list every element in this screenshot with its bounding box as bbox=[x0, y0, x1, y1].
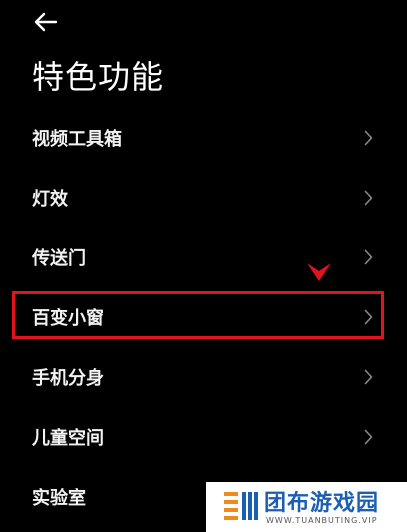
chevron-right-icon bbox=[364, 429, 373, 445]
menu-item-label: 实验室 bbox=[32, 487, 86, 509]
watermark-name: 团布游戏园 bbox=[264, 491, 380, 516]
menu-item-label: 手机分身 bbox=[32, 368, 104, 390]
chevron-right-icon bbox=[364, 130, 373, 146]
menu-item-floating-window[interactable]: 百变小窗 bbox=[0, 287, 407, 347]
menu-item-dual-apps[interactable]: 手机分身 bbox=[0, 347, 407, 407]
chevron-right-icon bbox=[364, 369, 373, 385]
chevron-right-icon bbox=[364, 309, 373, 325]
watermark: 团布游戏园 WWW.TUANBUTING.VIP bbox=[206, 482, 407, 532]
menu-item-portal[interactable]: 传送门 bbox=[0, 228, 407, 288]
menu-item-kids-space[interactable]: 儿童空间 bbox=[0, 407, 407, 467]
settings-menu: 视频工具箱 灯效 传送门 百变小窗 手机分身 儿童空间 实验室 bbox=[0, 108, 407, 527]
back-button[interactable] bbox=[30, 8, 62, 36]
watermark-url: WWW.TUANBUTING.VIP bbox=[266, 516, 378, 525]
chevron-right-icon bbox=[364, 250, 373, 265]
menu-item-label: 视频工具箱 bbox=[32, 128, 122, 150]
menu-item-label: 儿童空间 bbox=[32, 427, 104, 449]
watermark-logo-icon bbox=[224, 492, 258, 520]
menu-item-light-effects[interactable]: 灯效 bbox=[0, 168, 407, 228]
menu-item-label: 灯效 bbox=[32, 188, 68, 210]
page-title: 特色功能 bbox=[32, 58, 165, 96]
menu-item-label: 百变小窗 bbox=[32, 308, 104, 330]
menu-item-video-toolbox[interactable]: 视频工具箱 bbox=[0, 108, 407, 168]
arrow-left-icon bbox=[34, 12, 58, 32]
down-pointer-icon bbox=[307, 263, 331, 281]
menu-item-label: 传送门 bbox=[32, 248, 86, 270]
chevron-right-icon bbox=[364, 190, 373, 205]
